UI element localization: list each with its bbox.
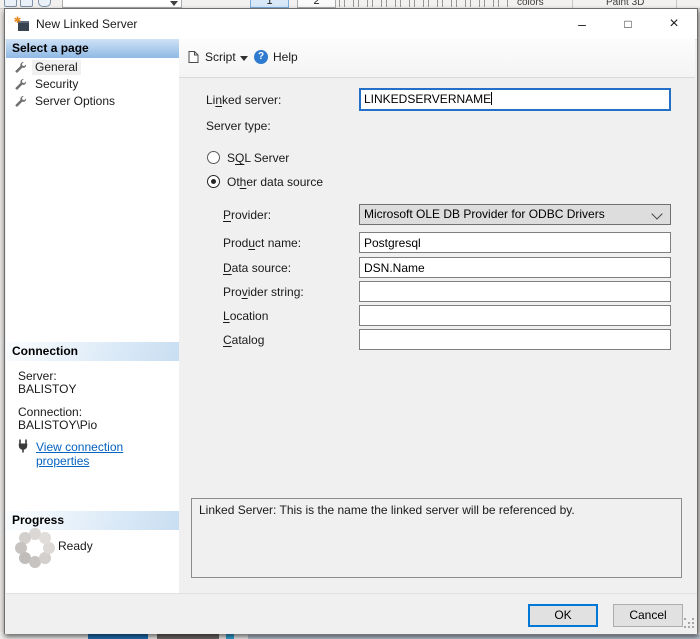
location-input[interactable] xyxy=(359,305,671,326)
help-label: Help xyxy=(273,50,298,64)
chevron-down-icon xyxy=(651,208,662,219)
server-label: Server: xyxy=(18,369,57,383)
provider-label: Provider: xyxy=(223,208,271,222)
data-source-label: Data source: xyxy=(223,261,291,275)
script-icon xyxy=(187,50,200,64)
spinner-icon xyxy=(32,545,38,551)
product-name-input[interactable] xyxy=(359,232,671,253)
field-description-box: Linked Server: This is the name the link… xyxy=(191,498,682,578)
background-accent-fragment xyxy=(226,634,234,639)
catalog-label: Catalog xyxy=(223,333,264,347)
data-source-input[interactable] xyxy=(359,257,671,278)
sidebar: Select a page General Security Server Op… xyxy=(6,39,180,593)
location-label: Location xyxy=(223,309,268,323)
background-icon xyxy=(20,0,33,7)
minimize-button[interactable]: – xyxy=(559,9,605,39)
maximize-button[interactable]: □ xyxy=(605,9,651,39)
sidebar-item-general[interactable]: General xyxy=(14,59,81,75)
background-button-fragment xyxy=(88,634,148,639)
provider-string-label: Provider string: xyxy=(223,285,304,299)
dropdown-caret-icon xyxy=(170,1,178,6)
new-linked-server-dialog: New Linked Server – □ × Select a page Ge… xyxy=(4,8,698,634)
help-icon: ? xyxy=(254,50,268,64)
background-icon xyxy=(38,0,51,7)
dialog-title: New Linked Server xyxy=(36,17,137,31)
server-value: BALISTOY xyxy=(18,382,76,396)
provider-string-input[interactable] xyxy=(359,281,671,302)
wrench-icon xyxy=(14,95,26,107)
radio-sql-server-label[interactable]: SQL Server xyxy=(227,151,289,165)
view-connection-properties-link[interactable]: View connection properties xyxy=(36,440,179,468)
title-bar: New Linked Server – □ × xyxy=(5,9,697,40)
cancel-button[interactable]: Cancel xyxy=(613,604,683,627)
colors-group-label: colors xyxy=(517,0,544,8)
progress-header: Progress xyxy=(6,511,179,530)
radio-other-data-source-label[interactable]: Other data source xyxy=(227,175,323,189)
background-band xyxy=(248,634,700,639)
footer-bar: OK Cancel xyxy=(5,593,697,634)
divider xyxy=(676,0,677,8)
provider-select[interactable]: Microsoft OLE DB Provider for ODBC Drive… xyxy=(359,204,671,225)
paint3d-button[interactable]: Paint 3D xyxy=(606,0,644,8)
new-object-icon xyxy=(14,16,31,33)
close-button[interactable]: × xyxy=(651,9,697,39)
connection-header: Connection xyxy=(6,342,179,361)
select-page-header: Select a page xyxy=(6,39,179,58)
color1-cell[interactable]: 1 xyxy=(250,0,289,8)
divider xyxy=(572,0,573,8)
background-button-fragment xyxy=(157,634,219,639)
progress-status: Ready xyxy=(58,539,93,553)
background-icon xyxy=(4,0,17,7)
help-button[interactable]: ? Help xyxy=(254,50,298,64)
wrench-icon xyxy=(14,78,26,90)
sidebar-item-server-options[interactable]: Server Options xyxy=(14,93,118,109)
sidebar-item-label: Server Options xyxy=(32,94,118,109)
screen: 1 2 colors Paint 3D New Linked Se xyxy=(0,0,700,639)
connection-properties-icon xyxy=(16,439,30,453)
product-name-label: Product name: xyxy=(223,236,301,250)
linked-server-input[interactable]: LINKEDSERVERNAME xyxy=(359,88,671,111)
wrench-icon xyxy=(14,61,26,73)
background-dropdown xyxy=(62,0,182,8)
sidebar-item-security[interactable]: Security xyxy=(14,76,81,92)
script-label: Script xyxy=(205,50,236,64)
sidebar-item-label: General xyxy=(32,60,81,75)
catalog-input[interactable] xyxy=(359,329,671,350)
dialog-toolbar: Script ? Help xyxy=(179,39,695,78)
text-cursor xyxy=(491,92,492,105)
script-button[interactable]: Script xyxy=(187,50,236,64)
connection-label: Connection: xyxy=(18,405,82,419)
color2-cell[interactable]: 2 xyxy=(297,0,336,8)
server-type-label: Server type: xyxy=(206,119,271,133)
resize-grip[interactable] xyxy=(684,618,686,620)
ok-button[interactable]: OK xyxy=(528,604,598,627)
color-palette-ticks xyxy=(339,0,511,7)
linked-server-label: Linked server: xyxy=(206,93,281,107)
connection-value: BALISTOY\Pio xyxy=(18,418,97,432)
script-dropdown-caret-icon[interactable] xyxy=(240,56,248,61)
radio-sql-server[interactable] xyxy=(207,151,220,164)
sidebar-item-label: Security xyxy=(32,77,81,92)
radio-other-data-source[interactable] xyxy=(207,175,220,188)
